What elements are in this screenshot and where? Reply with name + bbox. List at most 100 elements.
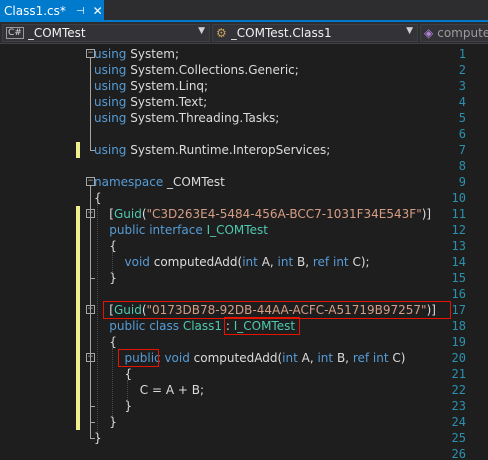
code-token: int: [317, 351, 334, 365]
line-number: 19: [451, 335, 466, 349]
code-line: using System.Runtime.InteropServices;: [94, 142, 330, 158]
change-marker: [76, 382, 80, 398]
change-marker: [76, 414, 80, 430]
code-line: [Guid("C3D263E4-5484-456A-BCC7-1031F34E5…: [94, 206, 431, 222]
project-label: _COMTest: [27, 26, 86, 40]
code-token: }: [94, 399, 133, 413]
code-token: public: [109, 223, 146, 237]
member-dropdown[interactable]: ◈ compute: [420, 24, 488, 42]
code-line: C = A + B;: [94, 382, 204, 398]
tab-title: Class1.cs*: [4, 4, 66, 18]
code-token: computedAdd(: [189, 351, 283, 365]
code-token: B,: [293, 255, 313, 269]
chevron-down-icon: ▼: [406, 26, 413, 36]
indent-guide: [112, 252, 113, 272]
code-token: _COMTest: [163, 175, 225, 189]
line-number: 24: [451, 415, 466, 429]
line-number: 1: [458, 47, 466, 61]
line-number: 25: [451, 431, 466, 445]
code-line: void computedAdd(int A, int B, ref int C…: [94, 254, 370, 270]
line-number: 22: [451, 383, 466, 397]
line-number: 5: [458, 111, 466, 125]
change-marker: [76, 254, 80, 270]
code-token: int: [277, 255, 294, 269]
code-token: using: [94, 63, 127, 77]
line-number: 26: [451, 447, 466, 460]
code-line: namespace _COMTest: [94, 174, 225, 190]
line-number: 12: [451, 223, 466, 237]
line-number: 8: [458, 159, 466, 173]
tab-class1-cs[interactable]: Class1.cs* ⊣ ✕: [0, 0, 104, 22]
change-marker: [76, 366, 80, 382]
line-number: 10: [451, 191, 466, 205]
change-marker: [76, 206, 80, 222]
line-number: 21: [451, 367, 466, 381]
outline-line: [90, 362, 91, 406]
line-number: 18: [451, 319, 466, 333]
code-token: ref: [352, 351, 370, 365]
collapse-icon[interactable]: −: [86, 209, 95, 218]
code-token: I_COMTest: [206, 223, 268, 237]
code-token: namespace: [94, 175, 164, 189]
change-marker: [76, 238, 80, 254]
code-token: using: [94, 79, 127, 93]
code-line: using System.Collections.Generic;: [94, 62, 299, 78]
method-icon: ◈: [424, 26, 434, 40]
line-number: 14: [451, 255, 466, 269]
code-token: System.Runtime.InteropServices;: [126, 143, 331, 157]
code-token: A,: [257, 255, 278, 269]
code-token: System;: [126, 47, 180, 61]
line-number: 13: [451, 239, 466, 253]
change-marker: [76, 142, 80, 158]
close-icon[interactable]: ✕: [93, 4, 103, 18]
line-number: 9: [458, 175, 466, 189]
line-number: 3: [458, 79, 466, 93]
code-token: System.Text;: [126, 95, 208, 109]
navigation-bar: C# _COMTest ▼ ⚙ _COMTest.Class1 ▼ ◈ comp…: [0, 22, 488, 44]
collapse-icon[interactable]: −: [86, 305, 95, 314]
collapse-icon[interactable]: −: [86, 353, 95, 362]
class-dropdown[interactable]: ⚙ _COMTest.Class1 ▼: [212, 24, 418, 42]
code-editor[interactable]: 1 using System; 2 using System.Collections.…: [0, 44, 488, 460]
code-line: using System;: [94, 46, 179, 62]
outline-end: [90, 150, 95, 151]
change-marker: [76, 398, 80, 414]
change-marker: [76, 334, 80, 350]
highlight-public-keyword: [118, 349, 159, 367]
code-token: interface: [149, 223, 203, 237]
code-token: int: [282, 351, 298, 365]
outline-line: [90, 218, 91, 278]
code-token: {: [94, 367, 133, 381]
collapse-icon[interactable]: −: [86, 49, 95, 58]
code-token: public: [109, 319, 146, 333]
code-token: void: [124, 255, 150, 269]
class-label: _COMTest.Class1: [230, 26, 332, 40]
code-token: class: [149, 319, 179, 333]
indent-guide: [97, 204, 98, 432]
code-line: public interface I_COMTest: [94, 222, 268, 238]
code-token: C = A + B;: [94, 383, 205, 397]
line-number: 23: [451, 399, 466, 413]
code-token: int: [332, 255, 349, 269]
outline-end: [90, 422, 95, 423]
code-token: }: [94, 431, 102, 445]
outline-end: [90, 278, 95, 279]
pin-icon[interactable]: ⊣: [76, 6, 85, 17]
code-token: System.Threading.Tasks;: [126, 111, 280, 125]
outline-end: [90, 438, 95, 439]
line-number: 2: [458, 63, 466, 77]
code-token: System.Linq;: [126, 79, 209, 93]
change-marker: [76, 350, 80, 366]
code-token: ref: [312, 255, 330, 269]
code-token: C): [388, 351, 406, 365]
code-token: "C3D263E4-5484-456A-BCC7-1031F34E543F": [146, 207, 422, 221]
code-token: int: [372, 351, 389, 365]
collapse-icon[interactable]: −: [86, 177, 95, 186]
line-number: 11: [451, 207, 466, 221]
change-marker: [76, 318, 80, 334]
code-token: void: [164, 351, 190, 365]
code-token: using: [94, 111, 127, 125]
code-line: }: [94, 398, 133, 414]
project-dropdown[interactable]: C# _COMTest ▼: [2, 24, 210, 42]
code-token: C);: [348, 255, 370, 269]
